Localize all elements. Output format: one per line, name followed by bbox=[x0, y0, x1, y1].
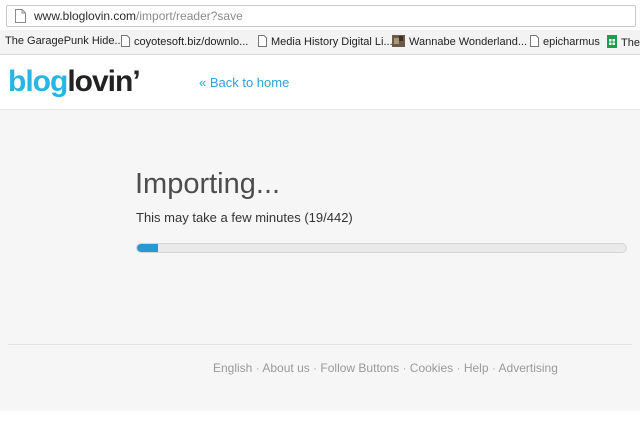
footer-link-about-us[interactable]: About us bbox=[262, 361, 309, 375]
back-to-home-link[interactable]: « Back to home bbox=[199, 75, 289, 90]
footer-separator: · bbox=[399, 361, 410, 375]
footer-link-english[interactable]: English bbox=[213, 361, 252, 375]
footer-separator: · bbox=[453, 361, 464, 375]
page-bottom-edge bbox=[0, 411, 640, 422]
footer-link-follow-buttons[interactable]: Follow Buttons bbox=[320, 361, 399, 375]
url-field[interactable]: www.bloglovin.com/import/reader?save bbox=[6, 5, 636, 27]
bookmark-epicharmus[interactable]: epicharmus bbox=[530, 35, 600, 48]
url-text: www.bloglovin.com/import/reader?save bbox=[34, 9, 243, 23]
page-icon bbox=[121, 35, 130, 47]
page-icon bbox=[258, 35, 267, 47]
page-title: Importing... bbox=[135, 168, 281, 200]
logo-part-blog: blog bbox=[8, 65, 68, 98]
bookmark-media-history[interactable]: Media History Digital Li... bbox=[258, 35, 393, 48]
footer-divider bbox=[8, 344, 632, 345]
footer-separator: · bbox=[488, 361, 499, 375]
page-icon bbox=[15, 9, 26, 23]
bookmark-label: coyotesoft.biz/downlo... bbox=[134, 36, 249, 48]
bookmark-label: epicharmus bbox=[543, 36, 600, 48]
browser-address-bar: www.bloglovin.com/import/reader?save bbox=[0, 0, 640, 30]
bookmark-label: Media History Digital Li... bbox=[271, 36, 393, 48]
bookmark-label: The bbox=[621, 37, 640, 49]
import-panel: Importing... This may take a few minutes… bbox=[0, 110, 640, 422]
bookmark-wannabe-wonderland[interactable]: Wannabe Wonderland... bbox=[392, 35, 527, 48]
url-host: www.bloglovin.com bbox=[34, 9, 137, 23]
footer-link-advertising[interactable]: Advertising bbox=[499, 361, 558, 375]
footer-separator: · bbox=[309, 361, 321, 375]
progress-fill bbox=[137, 244, 159, 252]
bloglovin-logo[interactable]: bloglovin’ bbox=[8, 64, 141, 100]
bookmark-label: The GaragePunk Hide... bbox=[5, 35, 124, 47]
import-progress-bar bbox=[136, 243, 627, 253]
image-favicon-icon bbox=[392, 35, 405, 47]
footer-link-help[interactable]: Help bbox=[464, 361, 489, 375]
footer-separator: · bbox=[252, 361, 263, 375]
bookmarks-bar: The GaragePunk Hide... coyotesoft.biz/do… bbox=[0, 30, 640, 55]
bookmark-label: Wannabe Wonderland... bbox=[409, 36, 528, 48]
footer-links: English · About us · Follow Buttons · Co… bbox=[213, 361, 558, 375]
page-icon bbox=[530, 35, 539, 47]
url-path: /import/reader?save bbox=[136, 9, 243, 23]
bookmark-the[interactable]: The bbox=[607, 35, 640, 49]
bookmark-garagepunk[interactable]: The GaragePunk Hide... bbox=[5, 35, 124, 47]
footer-link-cookies[interactable]: Cookies bbox=[410, 361, 453, 375]
logo-part-lovin: lovin’ bbox=[67, 65, 140, 98]
sheets-icon bbox=[607, 35, 617, 48]
site-header: bloglovin’ « Back to home bbox=[0, 55, 640, 110]
import-status-text: This may take a few minutes (19/442) bbox=[136, 210, 353, 225]
bookmark-coyotesoft[interactable]: coyotesoft.biz/downlo... bbox=[121, 35, 248, 48]
